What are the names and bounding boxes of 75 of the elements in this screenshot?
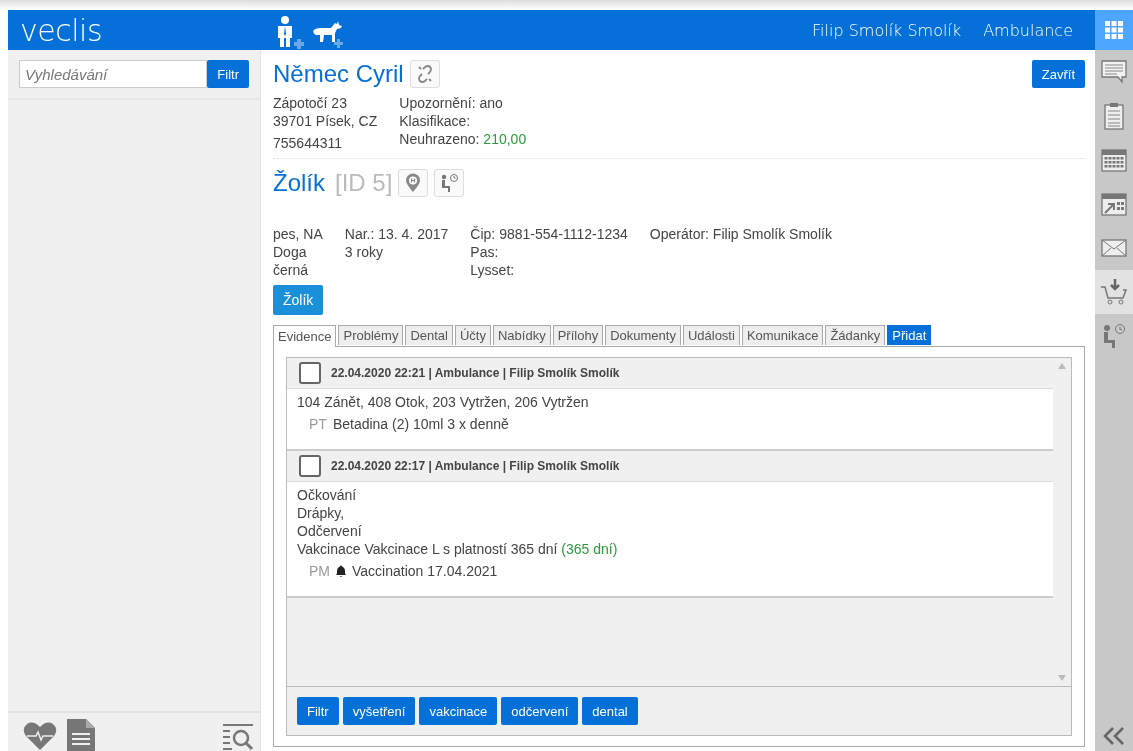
tab[interactable]: Přílohy xyxy=(552,325,604,345)
waiting-button[interactable] xyxy=(434,169,465,197)
clinic-name[interactable]: Ambulance xyxy=(983,20,1073,40)
grid-icon xyxy=(1105,21,1123,39)
item-code: PM xyxy=(309,562,330,580)
tab[interactable]: Problémy xyxy=(338,325,404,345)
address-line: 39701 Písek, CZ xyxy=(273,112,378,130)
filter-button[interactable]: odčervení xyxy=(501,697,579,725)
address-line: Zápotočí 23 xyxy=(273,94,348,112)
add-tab[interactable]: Přidat xyxy=(887,325,932,345)
patient-detail: pes, NA xyxy=(273,225,323,243)
tab[interactable]: Účty xyxy=(455,325,491,345)
item-code: PT xyxy=(309,415,327,433)
calendar-icon xyxy=(1101,148,1127,172)
tab[interactable]: Nabídky xyxy=(493,325,551,345)
item-text: Vaccination 17.04.2021 xyxy=(352,562,498,580)
checkbox[interactable] xyxy=(299,362,321,384)
record-line: 104 Zánět, 408 Otok, 203 Vytržen, 206 Vytržen xyxy=(297,393,590,411)
user-name[interactable]: Filip Smolík Smolík xyxy=(812,20,962,40)
filter-button[interactable]: Filtr xyxy=(297,697,339,725)
patient-detail: Čip: 9881-554-1112-1234 xyxy=(470,225,628,243)
record-line: Odčervení xyxy=(297,522,363,540)
patient-detail: 3 roky xyxy=(344,243,384,261)
seated-person-clock-icon xyxy=(1101,323,1127,349)
checkbox[interactable] xyxy=(299,455,321,477)
search-field[interactable]: Vyhledávání xyxy=(19,60,208,88)
record-line: Drápky, xyxy=(297,504,346,522)
seated-person-clock-icon xyxy=(439,173,460,193)
tab[interactable]: Události xyxy=(682,325,740,345)
tab[interactable]: Evidence xyxy=(273,325,337,347)
filter-button[interactable]: vakcinace xyxy=(419,697,498,725)
unpaid-amount: 210,00 xyxy=(483,131,527,147)
patient-detail: Lysset: xyxy=(470,261,516,279)
collapse-icon[interactable] xyxy=(1102,727,1126,745)
document-icon[interactable] xyxy=(67,719,95,751)
bell-icon xyxy=(336,565,346,577)
item-text: Betadina (2) 10ml 3 x denně xyxy=(332,415,509,433)
tab[interactable]: Dental xyxy=(405,325,453,345)
tab[interactable]: Žádanky xyxy=(825,325,886,345)
record-line: Vakcinace Vakcinace L s platností 365 dní (365 dní) xyxy=(297,540,619,558)
apps-button[interactable] xyxy=(1095,10,1133,50)
patient-detail: černá xyxy=(273,261,310,279)
mail-icon xyxy=(1101,239,1127,257)
operator-info: Operátor: Filip Smolík Smolík xyxy=(649,225,832,243)
record-header: 22.04.2020 22:21 | Ambulance | Filip Smolík Smolík xyxy=(331,366,620,380)
clipboard-icon xyxy=(1104,102,1124,130)
cart-download-icon xyxy=(1100,278,1128,306)
patient-name: Žolík xyxy=(273,169,325,197)
logo[interactable]: veclis xyxy=(8,12,275,48)
map-pin-icon xyxy=(405,173,422,193)
search-list-icon[interactable] xyxy=(222,723,254,751)
patient-button[interactable]: Žolík xyxy=(273,285,324,315)
patient-detail: Doga xyxy=(273,243,308,261)
broken-link-icon xyxy=(415,65,434,83)
location-button[interactable] xyxy=(398,169,429,197)
unlink-button[interactable] xyxy=(409,60,440,88)
record-line: Očkování xyxy=(297,486,358,504)
filter-button[interactable]: Filtr xyxy=(207,60,249,88)
add-person-icon[interactable] xyxy=(275,15,305,49)
patient-id: [ID 5] xyxy=(335,169,393,197)
warning-info: Upozornění: ano xyxy=(399,94,504,112)
filter-button[interactable]: dental xyxy=(582,697,638,725)
patient-detail: Pas: xyxy=(470,243,500,261)
unpaid-label: Neuhrazeno: xyxy=(399,131,480,147)
phone-number: 755644311 xyxy=(273,134,344,152)
record-header: 22.04.2020 22:17 | Ambulance | Filip Smolík Smolík xyxy=(331,459,620,473)
filter-button[interactable]: vyšetření xyxy=(342,697,416,725)
patient-detail: Nar.: 13. 4. 2017 xyxy=(344,225,449,243)
tab[interactable]: Komunikace xyxy=(741,325,824,345)
heart-pulse-icon[interactable] xyxy=(23,721,57,751)
close-button[interactable]: Zavřít xyxy=(1031,60,1085,88)
tab[interactable]: Dokumenty xyxy=(605,325,681,345)
classification-label: Klasifikace: xyxy=(399,112,472,130)
comment-icon xyxy=(1101,60,1127,84)
client-name: Němec Cyril xyxy=(273,60,404,88)
